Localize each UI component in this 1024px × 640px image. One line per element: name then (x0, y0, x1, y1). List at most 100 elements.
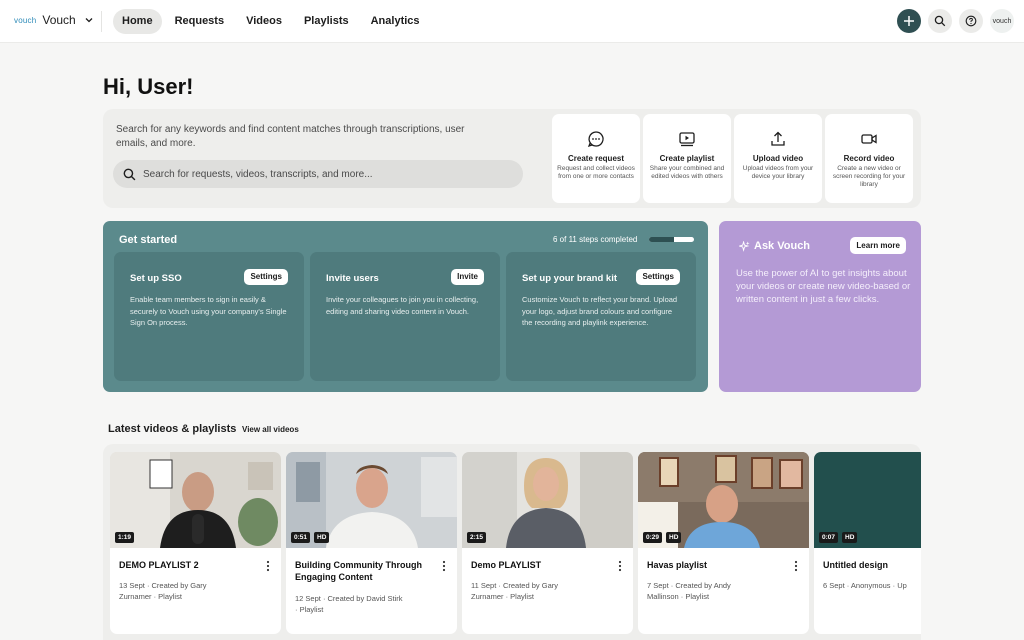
help-button[interactable] (959, 9, 983, 33)
video-thumbnail[interactable]: 0:51 HD (286, 452, 457, 548)
video-title[interactable]: Untitled design (823, 559, 921, 571)
more-options-icon[interactable] (793, 560, 799, 572)
chat-bubble-icon (587, 131, 604, 148)
video-thumbnail[interactable]: 0:29 HD (638, 452, 809, 548)
video-thumbnail[interactable]: 1:19 (110, 452, 281, 548)
record-video-card[interactable]: Record video Create a new video or scree… (825, 114, 913, 203)
create-new-button[interactable] (897, 9, 921, 33)
video-meta: 13 Sept · Created by Gary (119, 581, 207, 590)
action-title: Create playlist (659, 154, 715, 163)
card-description: Invite your colleagues to join you in co… (326, 295, 479, 316)
main-nav: Home Requests Videos Playlists Analytics (113, 9, 429, 34)
search-panel: Search for any keywords and find content… (103, 109, 921, 208)
search-button[interactable] (928, 9, 952, 33)
get-started-panel: Get started 6 of 11 steps completed Set … (103, 221, 708, 392)
video-card[interactable]: 1:19 DEMO PLAYLIST 2 13 Sept · Created b… (110, 452, 281, 634)
duration-badge: 0:07 (819, 532, 839, 543)
invite-button[interactable]: Invite (451, 269, 484, 285)
nav-analytics[interactable]: Analytics (362, 9, 429, 34)
workspace-name: Vouch (42, 13, 76, 27)
video-title[interactable]: Havas playlist (647, 559, 787, 571)
brand-kit-settings-button[interactable]: Settings (636, 269, 680, 285)
ask-vouch-panel: Ask Vouch Learn more Use the power of AI… (719, 221, 921, 392)
create-playlist-card[interactable]: Create playlist Share your combined and … (643, 114, 731, 203)
video-title[interactable]: DEMO PLAYLIST 2 (119, 559, 259, 571)
hd-badge: HD (314, 532, 330, 543)
playlist-icon (679, 132, 695, 147)
more-options-icon[interactable] (617, 560, 623, 572)
video-meta-secondary: Mallinson · Playlist (647, 592, 710, 601)
video-meta-secondary: Zurnamer · Playlist (119, 592, 182, 601)
page-title: Hi, User! (103, 74, 194, 99)
steps-progress-bar (649, 237, 694, 242)
nav-divider (101, 11, 102, 32)
video-card[interactable]: 0:07 HD Untitled design 6 Sept · Anonymo… (814, 452, 921, 634)
brand-kit-card: Set up your brand kit Settings Customize… (506, 252, 696, 381)
action-description: Request and collect videos from one or m… (557, 165, 635, 180)
duration-badge: 0:51 (291, 532, 311, 543)
video-meta-secondary: Zurnamer · Playlist (471, 592, 534, 601)
video-card[interactable]: 0:51 HD Building Community Through Engag… (286, 452, 457, 634)
duration-badge: 1:19 (115, 532, 135, 543)
nav-requests[interactable]: Requests (166, 9, 234, 34)
card-title: Invite users (326, 273, 379, 284)
video-thumbnail-image (110, 452, 281, 548)
action-description: Share your combined and edited videos wi… (649, 165, 725, 180)
duration-badge: 0:29 (643, 532, 663, 543)
more-options-icon[interactable] (265, 560, 271, 572)
video-thumbnail[interactable]: 0:07 HD (814, 452, 921, 548)
sso-settings-button[interactable]: Settings (244, 269, 288, 285)
search-icon (123, 168, 136, 180)
ask-vouch-label: Ask Vouch (754, 240, 811, 252)
steps-progress-fill (649, 237, 674, 242)
nav-playlists[interactable]: Playlists (295, 9, 358, 34)
action-title: Record video (843, 154, 895, 163)
nav-home[interactable]: Home (113, 9, 162, 34)
video-title[interactable]: Building Community Through Engaging Cont… (295, 559, 435, 583)
video-meta: 11 Sept · Created by Gary (471, 581, 558, 590)
card-title: Set up SSO (130, 273, 182, 284)
chevron-down-icon (85, 18, 93, 23)
video-meta: 6 Sept · Anonymous · Up (823, 581, 907, 590)
video-meta-secondary: · Playlist (295, 605, 324, 614)
search-description: Search for any keywords and find content… (116, 124, 465, 149)
action-description: Upload videos from your device your libr… (742, 165, 814, 180)
user-avatar[interactable]: vouch (990, 9, 1014, 33)
search-input[interactable] (143, 168, 503, 180)
nav-videos[interactable]: Videos (237, 9, 291, 34)
search-box[interactable] (113, 160, 523, 188)
action-description: Create a new video or screen recording f… (832, 165, 906, 188)
search-icon (934, 15, 946, 27)
hd-badge: HD (666, 532, 682, 543)
video-row: 1:19 DEMO PLAYLIST 2 13 Sept · Created b… (110, 452, 921, 634)
get-started-title: Get started (119, 234, 178, 246)
plus-icon (904, 16, 914, 26)
top-right-actions: vouch (897, 9, 1014, 33)
duration-badge: 2:15 (467, 532, 487, 543)
video-thumbnail-image (462, 452, 633, 548)
upload-video-card[interactable]: Upload video Upload videos from your dev… (734, 114, 822, 203)
ask-vouch-description: Use the power of AI to get insights abou… (736, 268, 911, 305)
create-request-card[interactable]: Create request Request and collect video… (552, 114, 640, 203)
action-title: Create request (567, 154, 625, 163)
video-thumbnail-image (286, 452, 457, 548)
videos-carousel: 1:19 DEMO PLAYLIST 2 13 Sept · Created b… (103, 444, 921, 640)
learn-more-button[interactable]: Learn more (850, 237, 906, 254)
video-title[interactable]: Demo PLAYLIST (471, 559, 611, 571)
card-description: Enable team members to sign in easily & … (130, 295, 287, 327)
video-card[interactable]: 0:29 HD Havas playlist 7 Sept · Created … (638, 452, 809, 634)
more-options-icon[interactable] (441, 560, 447, 572)
setup-sso-card: Set up SSO Settings Enable team members … (114, 252, 304, 381)
view-all-videos-link[interactable]: View all videos (242, 425, 299, 434)
workspace-switcher[interactable]: vouch Vouch (14, 13, 94, 27)
hd-badge: HD (842, 532, 858, 543)
ask-vouch-title: Ask Vouch (739, 240, 810, 252)
action-title: Upload video (752, 154, 804, 163)
video-card[interactable]: 2:15 Demo PLAYLIST 11 Sept · Created by … (462, 452, 633, 634)
video-thumbnail[interactable]: 2:15 (462, 452, 633, 548)
invite-users-card: Invite users Invite Invite your colleagu… (310, 252, 500, 381)
video-meta: 12 Sept · Created by David Stirk (295, 594, 403, 603)
card-title: Set up your brand kit (522, 273, 618, 284)
sparkle-icon (739, 240, 750, 252)
camera-icon (861, 134, 877, 144)
